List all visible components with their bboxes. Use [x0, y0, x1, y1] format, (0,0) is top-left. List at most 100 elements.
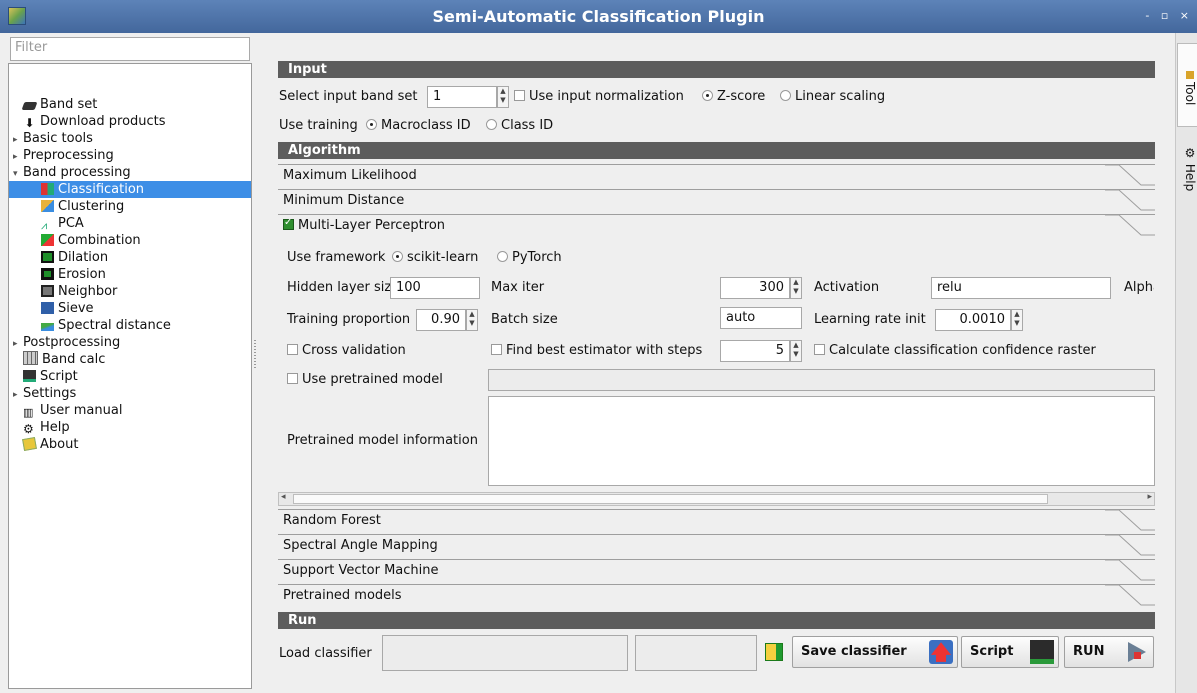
section-header-run: Run [278, 612, 1155, 629]
hidden-layer-input[interactable]: 100 [390, 277, 480, 299]
training-proportion-stepper[interactable]: ▲ ▼ [466, 309, 478, 331]
batch-size-input[interactable]: auto [720, 307, 802, 329]
window-title: Semi-Automatic Classification Plugin [432, 7, 765, 26]
tab-curve-icon [1105, 190, 1155, 211]
radio-icon [392, 251, 403, 262]
tree-item-script[interactable]: Script [9, 368, 251, 385]
tree-item-classification[interactable]: Classification [9, 181, 251, 198]
classifier-info-field[interactable] [635, 635, 757, 671]
tree-item-band-processing[interactable]: ▾ Band processing [9, 164, 251, 181]
script-button[interactable]: Script [961, 636, 1059, 668]
tab-help[interactable]: ⚙ Help [1177, 131, 1197, 201]
spectral-distance-icon [41, 323, 54, 331]
confidence-raster-checkbox[interactable]: Calculate classification confidence rast… [814, 342, 1096, 360]
checkbox-icon [491, 344, 502, 355]
learning-rate-label: Learning rate init [814, 312, 926, 327]
window-controls[interactable]: - ▫ × [1145, 9, 1193, 22]
best-estimator-steps-input[interactable]: 5 [720, 340, 790, 362]
filter-input[interactable]: Filter [10, 37, 250, 61]
band-set-input[interactable]: 1 [427, 86, 497, 108]
checkbox-icon [514, 90, 525, 101]
tree-item-basic-tools[interactable]: ▸ Basic tools [9, 130, 251, 147]
tree-item-pca[interactable]: ⩘ PCA [9, 215, 251, 232]
radio-icon [780, 90, 791, 101]
checkbox-icon [287, 344, 298, 355]
tree-item-settings[interactable]: ▸ Settings [9, 385, 251, 402]
tree-item-band-calc[interactable]: Band calc [9, 351, 251, 368]
algorithm-maximum-likelihood[interactable]: Maximum Likelihood [278, 164, 1155, 188]
scroll-thumb-bar[interactable] [293, 494, 1048, 504]
best-estimator-checkbox[interactable]: Find best estimator with steps [491, 342, 702, 360]
horizontal-scrollbar[interactable]: ◂ ▸ [278, 492, 1155, 506]
title-bar: Semi-Automatic Classification Plugin - ▫… [0, 0, 1197, 33]
training-proportion-label: Training proportion [287, 312, 411, 327]
algorithm-minimum-distance[interactable]: Minimum Distance [278, 189, 1155, 213]
normalization-checkbox[interactable]: Use input normalization [514, 88, 684, 106]
training-proportion-input[interactable]: 0.90 [416, 309, 466, 331]
band-set-stepper[interactable]: ▲ ▼ [497, 86, 509, 108]
max-iter-input[interactable]: 300 [720, 277, 790, 299]
use-training-label: Use training [279, 118, 358, 133]
scroll-right-icon[interactable]: ▸ [1147, 492, 1152, 502]
alpha-label: Alpha [1124, 280, 1154, 295]
activation-input[interactable]: relu [931, 277, 1111, 299]
scikit-learn-radio[interactable]: scikit-learn [392, 249, 478, 267]
tree-item-neighbor[interactable]: Neighbor [9, 283, 251, 300]
tree-item-erosion[interactable]: Erosion [9, 266, 251, 283]
script-icon [1030, 640, 1054, 664]
tree-item-preprocessing[interactable]: ▸ Preprocessing [9, 147, 251, 164]
user-manual-icon: ▥ [23, 406, 34, 419]
batch-size-label: Batch size [491, 312, 558, 327]
best-estimator-stepper[interactable]: ▲ ▼ [790, 340, 802, 362]
tree-item-combination[interactable]: Combination [9, 232, 251, 249]
help-tab-icon: ⚙ [1183, 146, 1197, 161]
band-set-label: Select input band set [279, 89, 418, 104]
tree-item-download-products[interactable]: ⬇ Download products [9, 113, 251, 130]
zscore-radio[interactable]: Z-score [702, 88, 765, 106]
pca-icon: ⩘ [41, 219, 48, 232]
tree-item-user-manual[interactable]: ▥ User manual [9, 402, 251, 419]
tree-item-postprocessing[interactable]: ▸ Postprocessing [9, 334, 251, 351]
tab-curve-icon [1105, 165, 1155, 186]
tool-icon [1186, 70, 1194, 79]
cross-validation-checkbox[interactable]: Cross validation [287, 342, 406, 360]
algorithm-random-forest[interactable]: Random Forest [278, 509, 1155, 533]
algorithm-pretrained-models[interactable]: Pretrained models [278, 584, 1155, 608]
right-dock: Tool ⚙ Help [1175, 33, 1197, 693]
learning-rate-input[interactable]: 0.0010 [935, 309, 1011, 331]
help-icon: ⚙ [23, 422, 34, 436]
band-calc-icon [23, 351, 38, 365]
scroll-left-icon[interactable]: ◂ [281, 492, 286, 502]
tree-item-dilation[interactable]: Dilation [9, 249, 251, 266]
algorithm-multi-layer-perceptron[interactable]: Multi-Layer Perceptron [278, 214, 1155, 238]
macroclass-radio[interactable]: Macroclass ID [366, 117, 471, 135]
radio-icon [366, 119, 377, 130]
algorithm-spectral-angle-mapping[interactable]: Spectral Angle Mapping [278, 534, 1155, 558]
tree-item-clustering[interactable]: Clustering [9, 198, 251, 215]
learning-rate-stepper[interactable]: ▲ ▼ [1011, 309, 1023, 331]
tab-tool[interactable]: Tool [1177, 43, 1197, 127]
tab-curve-icon [1105, 215, 1155, 236]
band-set-icon [21, 102, 38, 110]
run-button[interactable]: RUN [1064, 636, 1154, 668]
open-file-icon[interactable] [765, 643, 783, 661]
pretrained-model-path[interactable] [488, 369, 1155, 391]
linear-scaling-radio[interactable]: Linear scaling [780, 88, 885, 106]
hidden-layer-label: Hidden layer sizes [287, 280, 406, 295]
tree-item-sieve[interactable]: Sieve [9, 300, 251, 317]
splitter-handle[interactable] [254, 340, 256, 370]
tree-item-spectral-distance[interactable]: Spectral distance [9, 317, 251, 334]
classification-icon [41, 183, 54, 195]
max-iter-stepper[interactable]: ▲ ▼ [790, 277, 802, 299]
algorithm-support-vector-machine[interactable]: Support Vector Machine [278, 559, 1155, 583]
pretrained-info-text[interactable] [488, 396, 1155, 486]
max-iter-label: Max iter [491, 280, 545, 295]
tree-item-about[interactable]: About [9, 436, 251, 453]
use-pretrained-checkbox[interactable]: Use pretrained model [287, 371, 443, 389]
load-classifier-path[interactable] [382, 635, 628, 671]
tree-item-band-set[interactable]: Band set [9, 96, 251, 113]
class-id-radio[interactable]: Class ID [486, 117, 553, 135]
tree-item-help[interactable]: ⚙ Help [9, 419, 251, 436]
save-classifier-button[interactable]: Save classifier 🡅 [792, 636, 958, 668]
pytorch-radio[interactable]: PyTorch [497, 249, 562, 267]
